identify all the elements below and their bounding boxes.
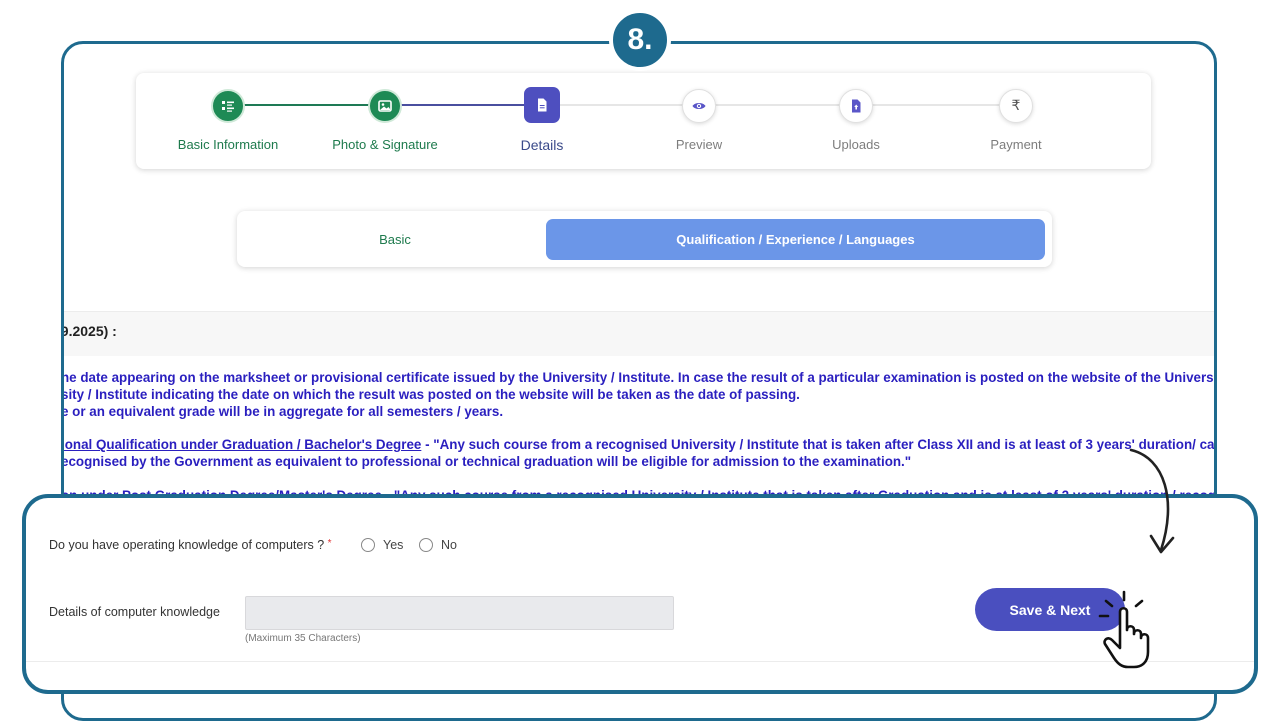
eye-icon: [682, 89, 716, 123]
step-uploads[interactable]: Uploads: [776, 89, 936, 152]
progress-stepper: Basic Information Photo & Signature Deta…: [136, 73, 1151, 169]
computer-details-input[interactable]: [245, 596, 674, 630]
curved-arrow-icon: [1129, 448, 1175, 554]
step-label: Preview: [675, 137, 723, 152]
step-details[interactable]: Details: [462, 87, 622, 153]
required-mark: *: [327, 538, 332, 549]
step-basic-information[interactable]: Basic Information: [148, 89, 308, 152]
step-photo-signature[interactable]: Photo & Signature: [305, 89, 465, 152]
step-label: Photo & Signature: [332, 137, 438, 152]
step-payment[interactable]: ₹ Payment: [936, 89, 1096, 152]
radio-no-circle[interactable]: [419, 538, 433, 552]
note-line: e or an equivalent grade will be in aggr…: [61, 404, 504, 419]
step-label: Uploads: [832, 137, 880, 152]
divider: [26, 661, 1254, 662]
radio-yes-label: Yes: [383, 538, 404, 552]
step-label: Details: [520, 137, 564, 153]
note-line: he date appearing on the marksheet or pr…: [61, 370, 1217, 385]
note-line: sity / Institute indicating the date on …: [61, 387, 800, 402]
pointer-hand-icon: [1098, 590, 1150, 669]
note-line: ional Qualification under Graduation / B…: [64, 437, 1217, 452]
step-preview[interactable]: Preview: [619, 89, 779, 152]
step-label: Payment: [990, 137, 1042, 152]
rupee-symbol: ₹: [1011, 98, 1021, 114]
radio-no-label: No: [441, 538, 457, 552]
document-icon: [524, 87, 560, 123]
note-line: ecognised by the Government as equivalen…: [61, 454, 912, 469]
tab-qualification-experience-languages[interactable]: Qualification / Experience / Languages: [546, 219, 1045, 260]
section-header: 09.2025) :: [61, 323, 117, 339]
computer-details-label: Details of computer knowledge: [49, 605, 220, 619]
note-text: - "Any such course from a recognised Uni…: [421, 437, 1217, 452]
step-label: Basic Information: [177, 137, 279, 152]
computer-details-hint: (Maximum 35 Characters): [245, 633, 361, 644]
image-icon: [368, 89, 402, 123]
rupee-icon: ₹: [999, 89, 1033, 123]
list-icon: [211, 89, 245, 123]
radio-no[interactable]: No: [419, 538, 457, 552]
radio-yes[interactable]: Yes: [361, 538, 403, 552]
upload-file-icon: [839, 89, 873, 123]
question-text: Do you have operating knowledge of compu…: [49, 538, 325, 552]
tab-basic[interactable]: Basic: [245, 219, 545, 260]
details-subtabs: Basic Qualification / Experience / Langu…: [237, 211, 1052, 267]
computer-knowledge-question: Do you have operating knowledge of compu…: [49, 538, 332, 552]
step-number-badge: 8.: [609, 9, 671, 71]
section-header-bar: [64, 311, 1214, 356]
radio-yes-circle[interactable]: [361, 538, 375, 552]
note-link[interactable]: ional Qualification under Graduation / B…: [64, 437, 421, 452]
